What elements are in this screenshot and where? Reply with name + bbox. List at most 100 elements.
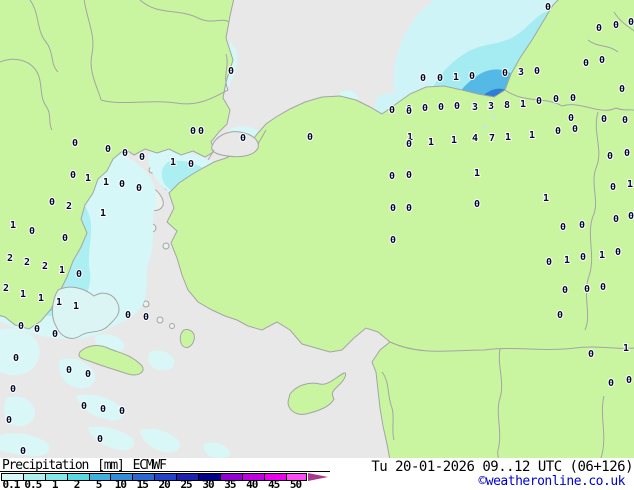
precip-value: 1 <box>520 99 526 110</box>
precip-value: 0 <box>420 73 426 84</box>
legend: Precipitation [mm] ECMWF 0.1 0.5 1 2 5 10 15 20… <box>0 458 634 490</box>
legend-title-row: Precipitation [mm] ECMWF <box>2 458 167 473</box>
precip-value: 0 <box>70 170 76 181</box>
precip-value: 0 <box>406 203 412 214</box>
precip-value: 1 <box>505 132 511 143</box>
precip-value: 0 <box>52 329 58 340</box>
precip-value: 0 <box>607 151 613 162</box>
precip-value: 0 <box>97 434 103 445</box>
precip-value: 1 <box>38 293 44 304</box>
precip-value: 0 <box>13 353 19 364</box>
precip-value: 0 <box>583 58 589 69</box>
precip-value: 0 <box>188 159 194 170</box>
precip-value: 0 <box>105 144 111 155</box>
legend-tick: 45 <box>268 478 280 490</box>
precip-value: 0 <box>125 310 131 321</box>
precip-value: 1 <box>474 168 480 179</box>
precip-value: 0 <box>81 401 87 412</box>
precip-value: 0 <box>10 384 16 395</box>
precip-value: 0 <box>553 94 559 105</box>
precip-value: 0 <box>119 179 125 190</box>
precip-value: 0 <box>579 220 585 231</box>
precip-value: 1 <box>85 173 91 184</box>
precip-value: 0 <box>422 103 428 114</box>
precip-value: 1 <box>564 255 570 266</box>
legend-model: ECMWF <box>132 458 167 473</box>
precip-value: 0 <box>610 182 616 193</box>
precip-value: 1 <box>529 130 535 141</box>
precip-value: 0 <box>406 106 412 117</box>
precip-value: 1 <box>451 135 457 146</box>
precip-value: 0 <box>49 197 55 208</box>
precip-value: 0 <box>628 211 634 222</box>
legend-title: Precipitation <box>2 458 89 473</box>
precip-value: 0 <box>390 235 396 246</box>
precip-value: 0 <box>613 20 619 31</box>
legend-tick: 5 <box>95 478 103 490</box>
precip-value: 0 <box>536 96 542 107</box>
legend-tick-labels: 0.1 0.5 1 2 5 10 15 20 25 30 35 40 45 50 <box>0 478 306 490</box>
legend-tick: 1 <box>51 478 59 490</box>
precip-value: 0 <box>562 285 568 296</box>
precip-value: 1 <box>543 193 549 204</box>
copyright-link[interactable]: ©weatheronline.co.uk <box>478 474 625 489</box>
precip-value: 0 <box>66 365 72 376</box>
precip-value: 0 <box>34 324 40 335</box>
precip-value: 0 <box>62 233 68 244</box>
precip-value: 1 <box>100 208 106 219</box>
precip-value: 1 <box>56 297 62 308</box>
precip-value: 0 <box>143 312 149 323</box>
precip-value: 0 <box>622 115 628 126</box>
precip-value: 1 <box>623 343 629 354</box>
precip-value: 0 <box>389 105 395 116</box>
legend-tick: 25 <box>180 478 192 490</box>
precip-value: 1 <box>20 289 26 300</box>
precip-value: 0 <box>6 415 12 426</box>
plus-mark: + <box>482 123 488 133</box>
legend-tick: 0.5 <box>24 478 42 490</box>
precip-value: 1 <box>627 179 633 190</box>
precip-value: 0 <box>624 148 630 159</box>
precip-value: 0 <box>228 66 234 77</box>
precip-value: 0 <box>596 23 602 34</box>
legend-tick: 35 <box>224 478 236 490</box>
precip-value: 0 <box>613 214 619 225</box>
plus-mark: + <box>491 113 497 123</box>
precip-value: 0 <box>240 133 246 144</box>
legend-tick: 20 <box>158 478 171 490</box>
precip-value: 0 <box>545 2 551 13</box>
precip-value: 0 <box>437 73 443 84</box>
precip-value: 0 <box>136 183 142 194</box>
precip-value: 0 <box>20 446 26 457</box>
legend-tick: 2 <box>73 478 81 490</box>
precip-value: 0 <box>85 369 91 380</box>
precip-value: 0 <box>438 102 444 113</box>
precip-value: 2 <box>42 261 48 272</box>
precip-value: 0 <box>122 148 128 159</box>
precip-value: 4 <box>472 133 478 144</box>
precip-value: 0 <box>608 378 614 389</box>
weather-map-screen: + + 0000000300010000000338100000000111471… <box>0 0 634 490</box>
legend-tick: 0.1 <box>2 478 21 490</box>
precip-value: 0 <box>119 406 125 417</box>
precip-value: 1 <box>453 72 459 83</box>
precip-value: 1 <box>428 137 434 148</box>
precip-value: 0 <box>454 101 460 112</box>
precip-value: 2 <box>24 257 30 268</box>
precip-value: 0 <box>307 132 313 143</box>
precip-value: 2 <box>7 253 13 264</box>
precip-value: 0 <box>474 199 480 210</box>
forecast-datetime: Tu 20-01-2026 09..12 UTC (06+126) <box>371 459 633 475</box>
precip-value: 2 <box>3 283 9 294</box>
precip-value: 1 <box>10 220 16 231</box>
precip-value: 3 <box>518 67 524 78</box>
precip-value: 0 <box>389 171 395 182</box>
precip-value: 2 <box>66 201 72 212</box>
legend-tick: 40 <box>246 478 258 490</box>
legend-tick: 10 <box>114 478 127 490</box>
precip-value: 0 <box>198 126 204 137</box>
precip-value: 1 <box>59 265 65 276</box>
precip-value: 0 <box>469 71 475 82</box>
precip-value: 3 <box>472 102 478 113</box>
precip-value: 0 <box>568 113 574 124</box>
